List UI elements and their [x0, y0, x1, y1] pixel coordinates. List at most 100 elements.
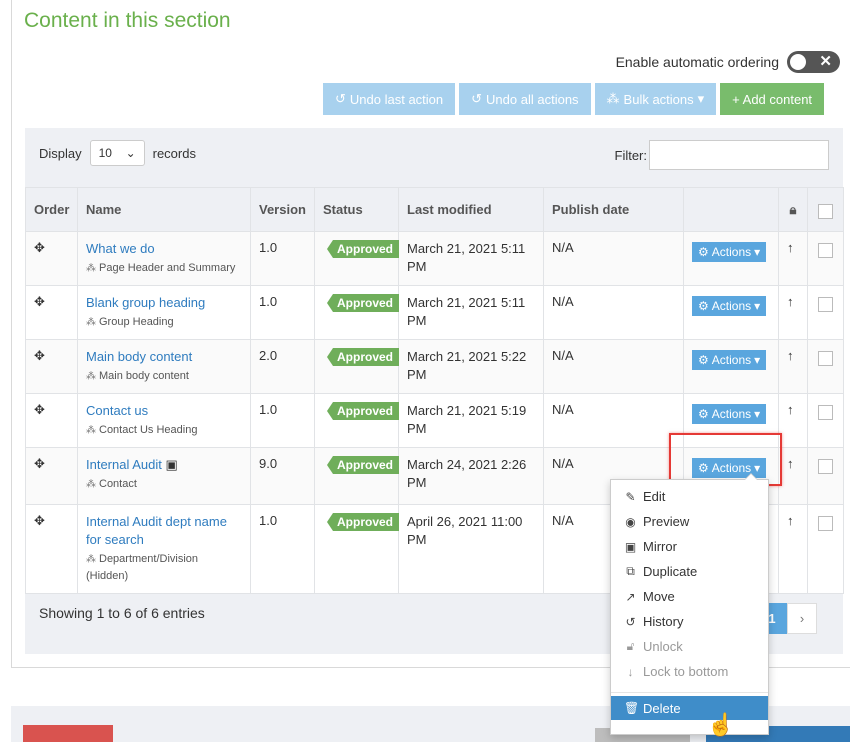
- cubes-icon: ⁂: [86, 554, 96, 565]
- menu-item-history[interactable]: ↺ History: [611, 609, 768, 634]
- move-icon: ✥: [34, 402, 45, 417]
- menu-item-delete[interactable]: 🗑︎ Delete: [611, 696, 768, 720]
- publish-date: N/A: [543, 393, 684, 448]
- actions-dropdown-menu: ✎ Edit ◉ Preview ▣ Mirror ⧉ Duplicate ↗ Move …: [610, 473, 769, 735]
- entries-info: Showing 1 to 6 of 6 entries: [39, 605, 205, 621]
- column-header-status[interactable]: Status: [314, 187, 399, 232]
- move-up-button[interactable]: ↑: [778, 231, 808, 286]
- content-name-link[interactable]: What we do: [86, 240, 242, 258]
- actions-button[interactable]: ⚙ Actions ▾: [692, 404, 767, 424]
- column-header-name[interactable]: Name: [77, 187, 251, 232]
- actions-button[interactable]: ⚙ Actions ▾: [692, 350, 767, 370]
- content-name-link[interactable]: Internal Audit dept name for search: [86, 513, 242, 549]
- row-checkbox[interactable]: [818, 243, 833, 258]
- menu-item-edit[interactable]: ✎ Edit: [611, 484, 768, 509]
- column-header-order[interactable]: Order: [25, 187, 78, 232]
- column-header-version[interactable]: Version: [250, 187, 315, 232]
- undo-icon: ↺: [471, 91, 483, 106]
- duplicate-icon: ⧉: [626, 564, 635, 578]
- next-page-button[interactable]: ›: [787, 603, 817, 634]
- arrow-down-icon: ↓: [627, 664, 634, 679]
- move-up-button[interactable]: ↑: [778, 285, 808, 340]
- last-modified: March 21, 2021 5:11 PM: [398, 285, 544, 340]
- content-type: Contact: [99, 478, 137, 490]
- hand-cursor-icon: ☝: [707, 712, 735, 737]
- content-name-link[interactable]: Blank group heading: [86, 294, 242, 312]
- cubes-icon: ⁂: [606, 91, 620, 106]
- bulk-actions-button[interactable]: ⁂ Bulk actions ▾: [594, 83, 717, 115]
- filter-input[interactable]: [649, 140, 829, 170]
- status-badge: Approved: [327, 294, 400, 312]
- move-handle[interactable]: ✥: [25, 504, 78, 594]
- content-name-link[interactable]: Internal Audit ▣: [86, 456, 242, 474]
- column-header-actions: [683, 187, 779, 232]
- arrow-up-icon: ↑: [787, 240, 794, 255]
- caret-down-icon: ▾: [754, 407, 761, 421]
- caret-down-icon: ▾: [697, 91, 705, 106]
- display-control: Display 10 ⌄ records: [39, 140, 196, 166]
- gear-icon: ⚙: [698, 299, 709, 313]
- last-modified: March 21, 2021 5:11 PM: [398, 231, 544, 286]
- records-per-page-select[interactable]: 10 ⌄: [89, 140, 145, 166]
- content-name-link[interactable]: Main body content: [86, 348, 242, 366]
- row-checkbox[interactable]: [818, 459, 833, 474]
- version: 9.0: [250, 447, 315, 505]
- menu-item-duplicate[interactable]: ⧉ Duplicate: [611, 559, 768, 584]
- move-handle[interactable]: ✥: [25, 447, 78, 505]
- caret-down-icon: ▾: [754, 245, 761, 259]
- last-modified: March 21, 2021 5:19 PM: [398, 393, 544, 448]
- move-handle[interactable]: ✥: [25, 285, 78, 340]
- status-badge: Approved: [327, 348, 400, 366]
- move-icon: ✥: [34, 294, 45, 309]
- move-up-button[interactable]: ↑: [778, 393, 808, 448]
- move-up-button[interactable]: ↑: [778, 339, 808, 394]
- section-title: Content in this section: [24, 9, 231, 32]
- menu-item-mirror[interactable]: ▣ Mirror: [611, 534, 768, 559]
- toggle-knob: [790, 54, 806, 70]
- move-icon: ✥: [34, 456, 45, 471]
- version: 2.0: [250, 339, 315, 394]
- auto-ordering-toggle[interactable]: ✕: [787, 51, 840, 73]
- auto-ordering-control: Enable automatic ordering ✕: [616, 51, 840, 73]
- arrow-up-icon: ↑: [787, 402, 794, 417]
- undo-all-button[interactable]: ↺ Undo all actions: [459, 83, 591, 115]
- arrow-up-icon: ↑: [787, 348, 794, 363]
- add-content-button[interactable]: + Add content: [720, 83, 825, 115]
- history-icon: ↺: [625, 614, 636, 629]
- content-name-link[interactable]: Contact us: [86, 402, 242, 420]
- menu-item-preview[interactable]: ◉ Preview: [611, 509, 768, 534]
- actions-button[interactable]: ⚙ Actions ▾: [692, 296, 767, 316]
- column-header-publish-date[interactable]: Publish date: [543, 187, 684, 232]
- version: 1.0: [250, 393, 315, 448]
- content-type: Department/Division: [99, 553, 199, 565]
- edit-icon: ✎: [625, 489, 636, 504]
- row-checkbox[interactable]: [818, 516, 833, 531]
- undo-last-button[interactable]: ↺ Undo last action: [323, 83, 456, 115]
- last-modified: April 26, 2021 11:00 PM: [398, 504, 544, 594]
- move-up-button[interactable]: ↑: [778, 504, 808, 594]
- move-handle[interactable]: ✥: [25, 393, 78, 448]
- move-icon: ✥: [34, 513, 45, 528]
- arrow-up-icon: ↑: [787, 294, 794, 309]
- move-up-button[interactable]: ↑: [778, 447, 808, 505]
- menu-item-lock-to-bottom[interactable]: ↓ Lock to bottom: [611, 659, 768, 684]
- status-badge: Approved: [327, 402, 400, 420]
- bottom-red-button[interactable]: [23, 725, 113, 742]
- gear-icon: ⚙: [698, 353, 709, 367]
- actions-button[interactable]: ⚙ Actions ▾: [692, 242, 767, 262]
- column-header-last-modified[interactable]: Last modified: [398, 187, 544, 232]
- publish-date: N/A: [543, 231, 684, 286]
- row-checkbox[interactable]: [818, 351, 833, 366]
- row-checkbox[interactable]: [818, 297, 833, 312]
- select-all-checkbox[interactable]: [818, 203, 833, 219]
- cubes-icon: ⁂: [86, 263, 96, 274]
- move-handle[interactable]: ✥: [25, 339, 78, 394]
- menu-item-move[interactable]: ↗ Move: [611, 584, 768, 609]
- content-type: Main body content: [99, 370, 189, 382]
- menu-item-unlock[interactable]: 🔓︎ Unlock: [611, 634, 768, 659]
- gear-icon: ⚙: [698, 245, 709, 259]
- cubes-icon: ⁂: [86, 317, 96, 328]
- last-modified: March 24, 2021 2:26 PM: [398, 447, 544, 505]
- row-checkbox[interactable]: [818, 405, 833, 420]
- move-handle[interactable]: ✥: [25, 231, 78, 286]
